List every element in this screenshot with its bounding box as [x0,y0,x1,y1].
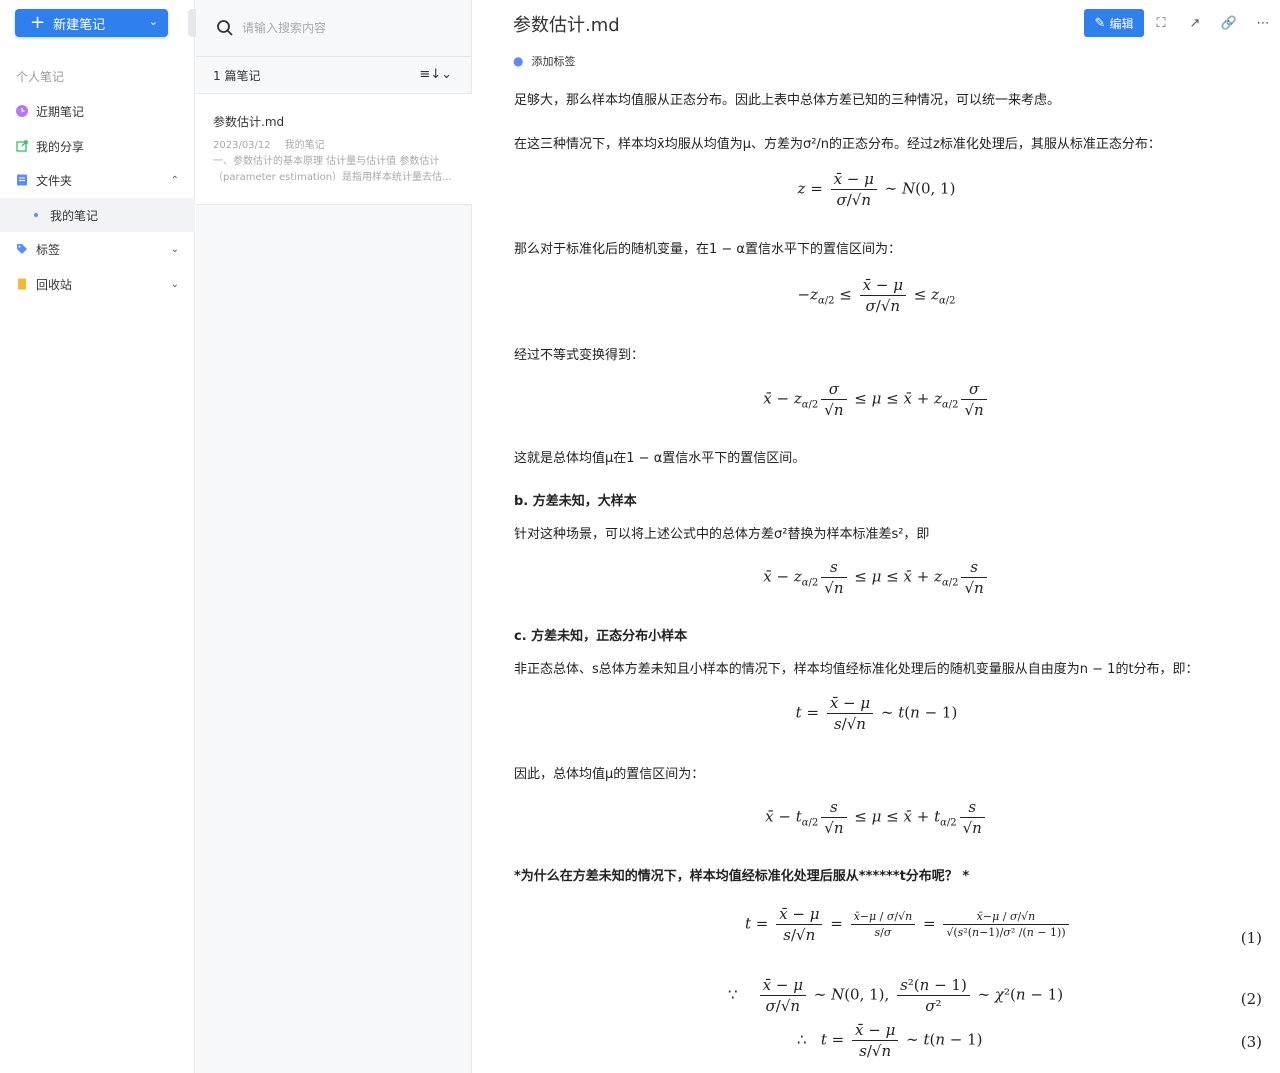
equation-z: z = x̄ − μ σ/√n ∼ N(0, 1) [797,170,956,209]
page-title: 参数估计.md [513,15,620,36]
equation-large-sample: x̄ − zα/2 s √n ≤ μ ≤ x̄ + zα/2 s √n [473,558,1280,597]
external-link-icon[interactable]: ↗ [1178,16,1212,31]
equation-1: t = x̄ − μ s/√n = x̄−μ / σ/√n s/σ = x̄−μ /… [745,905,1072,944]
note-list: 1 篇笔记 ≡↓⌄ 参数估计.md 2023/03/12 我的笔记 一、参数估计的… [196,0,472,1073]
paragraph: 那么对于标准化后的随机变量，在1 − α置信水平下的置信区间为： [514,242,901,257]
equation-number: (1) [1240,929,1262,947]
question-heading: *为什么在方差未知的情况下，样本均值经标准化处理后服从******t分布呢？ * [514,869,970,884]
search-input[interactable] [240,20,444,36]
pen-icon: ✎ [1094,15,1106,31]
note-meta: 2023/03/12 我的笔记 [213,136,325,151]
note-folder: 我的笔记 [284,140,325,151]
add-tag-label: 添加标签 [531,55,576,68]
fullscreen-icon[interactable]: ⛶ [1144,16,1178,31]
sidebar-item-label: 我的分享 [36,139,85,154]
sidebar-item-label: 我的笔记 [50,208,99,223]
sidebar-item-trash[interactable]: 回收站 ⌄ [0,267,195,301]
sidebar-item-label: 标签 [36,242,61,257]
sidebar-item-label: 近期笔记 [36,104,85,119]
section-heading: c. 方差未知，正态分布小样本 [514,629,688,644]
section-heading: b. 方差未知，大样本 [514,494,637,509]
sort-icon[interactable]: ≡↓⌄ [419,67,452,82]
toolbar: ✎ 编辑 ⛶ ↗ 🔗 ⋯ [1084,9,1280,37]
document-view: 参数估计.md ✎ 编辑 ⛶ ↗ 🔗 ⋯ ● 添加标签 足够大，那么样本均值服从正… [473,0,1280,1073]
search-bar [196,0,472,57]
sidebar-item-share[interactable]: 我的分享 [0,129,195,163]
share-icon [16,140,28,152]
sidebar: + 新建笔记 ⌄ 个人笔记 近期笔记 我的分享 文件夹 ⌃ 我的笔记 标签 ⌄ … [0,0,195,1073]
paragraph: 非正态总体、s总体方差未知且小样本的情况下，样本均值经标准化处理后的随机变量服从… [514,662,1199,677]
sidebar-item-recent[interactable]: 近期笔记 [0,94,195,128]
more-icon[interactable]: ⋯ [1246,16,1280,31]
note-date: 2023/03/12 [213,140,271,151]
tag-icon [16,243,28,255]
equation-2: ∵ x̄ − μ σ/√n ∼ N(0, 1), s²(n − 1) σ² ∼ χ²… [728,976,1064,1015]
sidebar-item-folders[interactable]: 文件夹 ⌃ [0,163,195,197]
link-icon[interactable]: 🔗 [1212,16,1246,31]
paragraph: 这就是总体均值μ在1 − α置信水平下的置信区间。 [514,451,806,466]
chevron-down-icon[interactable]: ⌄ [171,279,179,290]
sidebar-item-tags[interactable]: 标签 ⌄ [0,232,195,266]
paragraph: 因此，总体均值μ的置信区间为： [514,767,705,782]
tag-icon: ● [513,54,524,68]
list-item[interactable]: 参数估计.md 2023/03/12 我的笔记 一、参数估计的基本原理 估计量与估… [196,94,472,205]
paragraph: 足够大，那么样本均值服从正态分布。因此上表中总体方差已知的三种情况，可以统一来考… [514,93,1061,108]
new-note-label: 新建笔记 [53,17,106,33]
chevron-up-icon[interactable]: ⌃ [171,175,179,186]
note-count: 1 篇笔记 [213,68,261,83]
add-tag-button[interactable]: ● 添加标签 [513,53,575,69]
bullet-icon [34,213,38,217]
chevron-down-icon[interactable]: ⌄ [149,15,158,28]
equation-t-interval: x̄ − tα/2 s √n ≤ μ ≤ x̄ + tα/2 s √n [473,798,1280,837]
equation-transform: x̄ − zα/2 σ √n ≤ μ ≤ x̄ + zα/2 σ √n [473,380,1280,419]
collapse-sidebar-handle[interactable] [188,9,196,37]
chevron-down-icon[interactable]: ⌄ [171,244,179,255]
note-title: 参数估计.md [213,115,285,129]
equation-number: (3) [1240,1033,1262,1051]
plus-icon: + [30,12,46,33]
sidebar-item-label: 文件夹 [36,173,73,188]
edit-button[interactable]: ✎ 编辑 [1084,9,1144,37]
note-excerpt: 一、参数估计的基本原理 估计量与估计值 参数估计（parameter estim… [213,156,452,183]
equation-3: ∴ t = x̄ − μ s/√n ∼ t(n − 1) [797,1021,983,1060]
equation-interval: −zα/2 ≤ x̄ − μ σ/√n ≤ zα/2 [797,276,956,315]
edit-label: 编辑 [1109,16,1134,31]
sidebar-item-my-notes[interactable]: 我的笔记 [0,198,195,232]
section-title: 个人笔记 [16,70,65,84]
search-icon [216,19,234,37]
folder-icon [16,174,28,186]
paragraph: 针对这种场景，可以将上述公式中的总体方差σ²替换为样本标准差s²，即 [514,527,930,542]
list-header: 1 篇笔记 ≡↓⌄ [196,57,472,94]
sidebar-item-label: 回收站 [36,277,73,292]
new-note-button[interactable]: + 新建笔记 ⌄ [15,9,168,37]
equation-t: t = x̄ − μ s/√n ∼ t(n − 1) [795,694,958,733]
paragraph: 在这三种情况下，样本均x̄均服从均值为μ、方差为σ²/n的正态分布。经过z标准化… [514,137,1161,152]
equation-number: (2) [1240,990,1262,1008]
paragraph: 经过不等式变换得到： [514,348,645,363]
clock-icon [16,105,28,117]
trash-icon [16,278,28,290]
